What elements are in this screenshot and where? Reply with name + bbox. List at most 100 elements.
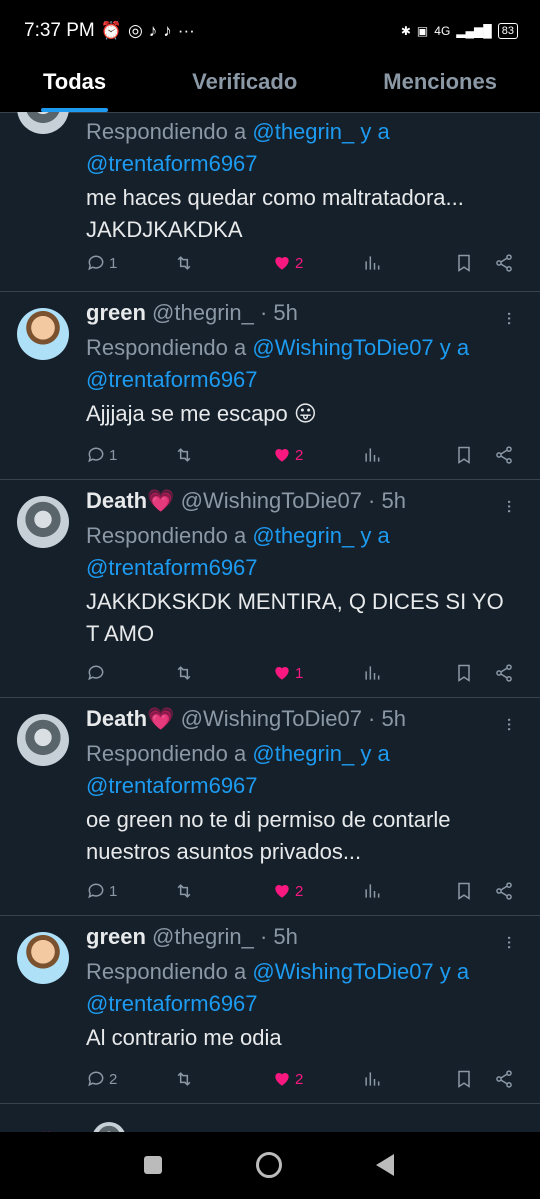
display-name[interactable]: Death💗 xyxy=(86,706,175,731)
retweet-button[interactable] xyxy=(174,445,194,465)
mention-link[interactable]: @WishingToDie07 xyxy=(252,959,433,984)
share-icon xyxy=(496,446,512,464)
volte-icon: ▣ xyxy=(416,24,429,38)
display-name[interactable]: Death💗 xyxy=(86,488,175,513)
retweet-button[interactable] xyxy=(174,1069,194,1089)
tweet-actions: 2 2 xyxy=(86,1066,516,1092)
like-button[interactable]: 2 xyxy=(272,445,303,465)
tweet-header: Death💗 @WishingToDie07 · 5h xyxy=(86,706,520,738)
views-button[interactable] xyxy=(362,663,382,683)
avatar[interactable] xyxy=(17,308,69,360)
tab-verificado[interactable]: Verificado xyxy=(192,62,297,112)
retweet-button[interactable] xyxy=(174,663,194,683)
bookmark-icon xyxy=(458,1070,470,1088)
tweet-feed[interactable]: Respondiendo a @thegrin_ y a @trentaform… xyxy=(0,112,540,1132)
like-button[interactable]: 1 xyxy=(272,663,303,683)
bookmark-button[interactable] xyxy=(454,881,474,901)
heart-filled-icon: ♥ xyxy=(40,1124,53,1132)
share-icon xyxy=(496,664,512,682)
avatar[interactable] xyxy=(17,112,69,134)
bookmark-button[interactable] xyxy=(454,663,474,683)
reply-button[interactable]: 1 xyxy=(86,881,117,901)
share-button[interactable] xyxy=(494,445,514,465)
avatar[interactable] xyxy=(17,714,69,766)
mention-link[interactable]: @trentaform6967 xyxy=(86,773,258,798)
recents-square-icon[interactable] xyxy=(144,1156,162,1174)
avatar[interactable] xyxy=(92,1122,126,1132)
bookmark-button[interactable] xyxy=(454,253,474,273)
reply-button[interactable]: 2 xyxy=(86,1069,117,1089)
heart-filled-icon xyxy=(275,449,289,462)
tab-todas[interactable]: Todas xyxy=(40,62,109,112)
reply-button[interactable] xyxy=(86,663,109,683)
status-bar: 7:37 PM ⏰ ◎ ♪ ♪ ··· ✱ ▣ 4G ▂▄▆█ 83 xyxy=(0,0,540,62)
reply-button[interactable]: 1 xyxy=(86,253,117,273)
views-button[interactable] xyxy=(362,1069,382,1089)
like-button[interactable]: 2 xyxy=(272,881,303,901)
views-button[interactable] xyxy=(362,253,382,273)
reply-context: Respondiendo a @thegrin_ y a @trentaform… xyxy=(86,523,390,580)
avatar[interactable] xyxy=(17,932,69,984)
views-button[interactable] xyxy=(362,445,382,465)
system-nav-bar xyxy=(0,1132,540,1199)
retweet-button[interactable] xyxy=(174,253,194,273)
like-button[interactable]: 2 xyxy=(272,1069,303,1089)
heart-filled-icon xyxy=(275,667,289,680)
bookmark-icon xyxy=(458,446,470,464)
tweet[interactable]: ··· Death💗 @WishingToDie07 · 5h Respondi… xyxy=(0,698,540,916)
back-triangle-icon[interactable] xyxy=(376,1154,394,1176)
mention-link[interactable]: @thegrin_ xyxy=(252,523,354,548)
tweet[interactable]: ··· green @thegrin_ · 5h Respondiendo a … xyxy=(0,292,540,480)
reply-context: Respondiendo a @thegrin_ y a @trentaform… xyxy=(86,119,390,176)
retweet-icon xyxy=(177,448,191,462)
tweet-text: me haces quedar como maltratadora... JAK… xyxy=(86,185,464,242)
alarm-icon: ⏰ xyxy=(100,21,122,40)
tweet-actions: 1 2 xyxy=(86,442,516,468)
bookmark-button[interactable] xyxy=(454,1069,474,1089)
reply-context: Respondiendo a @WishingToDie07 y a @tren… xyxy=(86,959,470,1016)
retweet-button[interactable] xyxy=(174,881,194,901)
views-chart-icon xyxy=(365,1072,380,1086)
reply-context: Respondiendo a @thegrin_ y a @trentaform… xyxy=(86,741,390,798)
bookmark-button[interactable] xyxy=(454,445,474,465)
mention-link[interactable]: @trentaform6967 xyxy=(86,367,258,392)
tab-menciones[interactable]: Menciones xyxy=(383,62,497,112)
share-button[interactable] xyxy=(494,1069,514,1089)
retweet-icon xyxy=(177,1072,191,1086)
like-button[interactable]: 2 xyxy=(272,253,303,273)
views-button[interactable] xyxy=(362,881,382,901)
bookmark-icon xyxy=(458,882,470,900)
bookmark-icon xyxy=(458,254,470,272)
share-button[interactable] xyxy=(494,253,514,273)
mention-link[interactable]: @WishingToDie07 xyxy=(252,335,433,360)
display-name[interactable]: green xyxy=(86,924,146,949)
tweet-header: green @thegrin_ · 5h xyxy=(86,300,520,332)
heart-filled-icon xyxy=(275,1073,289,1086)
mention-link[interactable]: @thegrin_ xyxy=(252,119,354,144)
tweet-header: Death💗 @WishingToDie07 · 5h xyxy=(86,488,520,520)
display-name[interactable]: green xyxy=(86,300,146,325)
tweet[interactable]: ··· green @thegrin_ · 5h Respondiendo a … xyxy=(0,916,540,1104)
more-dots-icon: ··· xyxy=(177,21,195,40)
mention-link[interactable]: @trentaform6967 xyxy=(86,151,258,176)
views-chart-icon xyxy=(365,448,380,462)
avatar[interactable] xyxy=(17,496,69,548)
bluetooth-icon: ✱ xyxy=(400,24,411,38)
share-icon xyxy=(496,254,512,272)
tweet-header: green @thegrin_ · 5h xyxy=(86,924,520,956)
share-button[interactable] xyxy=(494,881,514,901)
reply-button[interactable]: 1 xyxy=(86,445,117,465)
tweet-text: JAKKDKSKDK MENTIRA, Q DICES SI YO T AMO xyxy=(86,589,504,646)
mention-link[interactable]: @trentaform6967 xyxy=(86,991,258,1016)
tweet[interactable]: Respondiendo a @thegrin_ y a @trentaform… xyxy=(0,112,540,292)
retweet-icon xyxy=(177,884,191,898)
heart-filled-icon xyxy=(275,257,289,270)
mention-link[interactable]: @thegrin_ xyxy=(252,741,354,766)
reply-icon xyxy=(88,1071,104,1087)
home-circle-icon[interactable] xyxy=(256,1152,282,1178)
handle-time: @WishingToDie07 · 5h xyxy=(180,488,406,513)
mention-link[interactable]: @trentaform6967 xyxy=(86,555,258,580)
tweet[interactable]: ··· Death💗 @WishingToDie07 · 5h Respondi… xyxy=(0,480,540,698)
status-time: 7:37 PM xyxy=(24,20,95,41)
share-button[interactable] xyxy=(494,663,514,683)
